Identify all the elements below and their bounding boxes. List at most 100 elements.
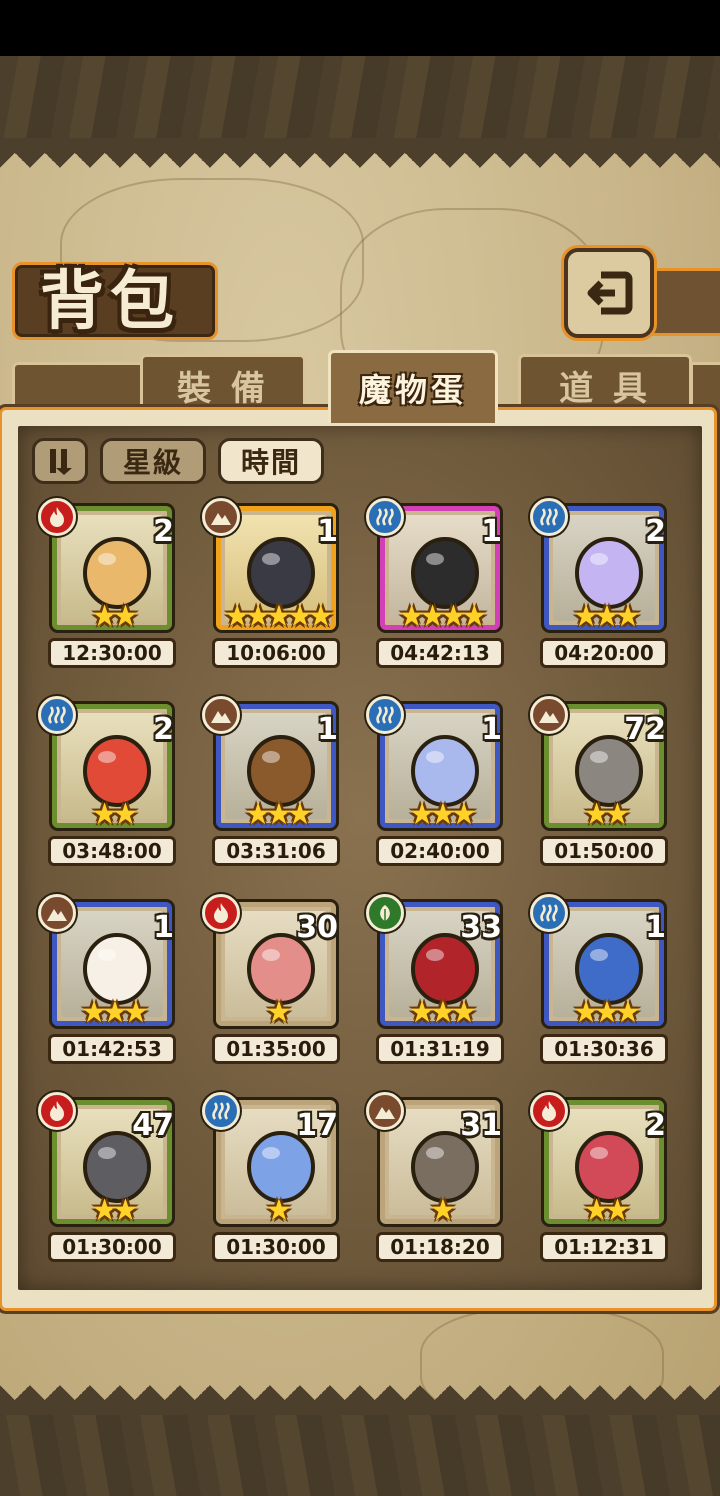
star-rating: ★★★★ xyxy=(372,602,508,632)
hatch-timer: 01:30:00 xyxy=(212,1232,340,1262)
fire-element-icon xyxy=(38,1092,76,1130)
star-rating: ★★ xyxy=(44,1196,180,1226)
star-icon: ★ xyxy=(398,599,425,634)
star-rating: ★★★ xyxy=(44,998,180,1028)
water-element-icon xyxy=(366,696,404,734)
star-icon: ★ xyxy=(593,599,621,634)
star-icon: ★ xyxy=(91,1193,118,1228)
star-icon: ★ xyxy=(91,797,118,832)
hatch-timer: 01:50:00 xyxy=(540,836,668,866)
star-rating: ★★★ xyxy=(536,998,672,1028)
egg-count: 33 xyxy=(460,910,502,945)
hatch-timer: 01:35:00 xyxy=(212,1034,340,1064)
tab-bar-right xyxy=(690,362,720,413)
star-rating: ★★ xyxy=(536,1196,672,1226)
star-icon: ★ xyxy=(307,599,334,634)
wood-border-top xyxy=(0,56,720,138)
star-rating: ★ xyxy=(372,1196,508,1226)
monster-egg-icon xyxy=(77,727,157,807)
star-rating: ★★ xyxy=(536,800,672,830)
hatch-timer: 10:06:00 xyxy=(212,638,340,668)
monster-egg-icon xyxy=(569,1123,649,1203)
star-rating: ★★★ xyxy=(372,998,508,1028)
zigzag-bottom xyxy=(0,1385,720,1415)
star-icon: ★ xyxy=(583,1193,610,1228)
monster-egg-icon xyxy=(569,925,649,1005)
water-element-icon xyxy=(366,498,404,536)
back-arrow-icon xyxy=(587,271,633,315)
sort-order-button[interactable] xyxy=(32,438,88,484)
egg-count: 30 xyxy=(296,910,338,945)
egg-count: 2 xyxy=(645,514,666,549)
tab-bar-left xyxy=(12,362,148,413)
tab-items[interactable]: 道 具 xyxy=(518,354,692,413)
star-icon: ★ xyxy=(460,599,488,634)
monster-egg-icon xyxy=(241,529,321,609)
star-icon: ★ xyxy=(91,599,118,634)
tab-equipment[interactable]: 裝 備 xyxy=(140,354,306,413)
star-icon: ★ xyxy=(112,599,139,634)
star-icon: ★ xyxy=(286,599,313,634)
star-icon: ★ xyxy=(614,599,641,634)
egg-count: 72 xyxy=(624,712,666,747)
monster-egg-icon xyxy=(77,529,157,609)
egg-count: 1 xyxy=(317,712,338,747)
back-button[interactable] xyxy=(564,248,654,338)
star-icon: ★ xyxy=(244,797,272,832)
hatch-timer: 02:40:00 xyxy=(376,836,504,866)
monster-egg-icon xyxy=(77,925,157,1005)
egg-count: 1 xyxy=(153,910,174,945)
earth-element-icon xyxy=(38,894,76,932)
fire-element-icon xyxy=(38,498,76,536)
star-rating: ★ xyxy=(208,1196,344,1226)
tab-monster-eggs[interactable]: 魔物蛋 xyxy=(328,350,498,423)
hatch-timer: 01:18:20 xyxy=(376,1232,504,1262)
star-icon: ★ xyxy=(408,995,436,1030)
sort-by-time-button[interactable]: 時間 xyxy=(218,438,324,484)
monster-egg-icon xyxy=(405,529,485,609)
earth-element-icon xyxy=(202,498,240,536)
star-icon: ★ xyxy=(604,1193,631,1228)
sort-by-star-button[interactable]: 星級 xyxy=(100,438,206,484)
star-icon: ★ xyxy=(572,995,600,1030)
monster-egg-icon xyxy=(241,727,321,807)
water-element-icon xyxy=(530,894,568,932)
star-icon: ★ xyxy=(80,995,108,1030)
water-element-icon xyxy=(202,1092,240,1130)
fire-element-icon xyxy=(530,1092,568,1130)
hatch-timer: 01:31:19 xyxy=(376,1034,504,1064)
egg-count: 17 xyxy=(296,1108,338,1143)
star-rating: ★★★ xyxy=(536,602,672,632)
star-icon: ★ xyxy=(419,599,446,634)
water-element-icon xyxy=(530,498,568,536)
star-icon: ★ xyxy=(604,797,631,832)
earth-element-icon xyxy=(202,696,240,734)
status-bar xyxy=(0,0,720,56)
star-icon: ★ xyxy=(223,599,251,634)
egg-count: 1 xyxy=(481,712,502,747)
hatch-timer: 03:48:00 xyxy=(48,836,176,866)
star-icon: ★ xyxy=(429,1193,457,1228)
star-rating: ★ xyxy=(208,998,344,1028)
tab-equipment-label: 裝 備 xyxy=(177,368,269,409)
hatch-timer: 03:31:06 xyxy=(212,836,340,866)
star-icon: ★ xyxy=(572,599,600,634)
wood-element-icon xyxy=(366,894,404,932)
star-icon: ★ xyxy=(265,599,293,634)
egg-count: 1 xyxy=(317,514,338,549)
wood-border-bottom xyxy=(0,1415,720,1496)
egg-count: 1 xyxy=(645,910,666,945)
star-icon: ★ xyxy=(244,599,272,634)
egg-count: 2 xyxy=(153,514,174,549)
star-icon: ★ xyxy=(583,797,610,832)
tab-items-label: 道 具 xyxy=(559,368,651,409)
sort-by-star-label: 星級 xyxy=(122,446,183,479)
egg-count: 2 xyxy=(645,1108,666,1143)
star-icon: ★ xyxy=(440,599,467,634)
star-rating: ★★★★★ xyxy=(208,602,344,632)
star-rating: ★★★ xyxy=(208,800,344,830)
earth-element-icon xyxy=(530,696,568,734)
egg-count: 47 xyxy=(132,1108,174,1143)
zigzag-top xyxy=(0,138,720,168)
hatch-timer: 01:30:36 xyxy=(540,1034,668,1064)
